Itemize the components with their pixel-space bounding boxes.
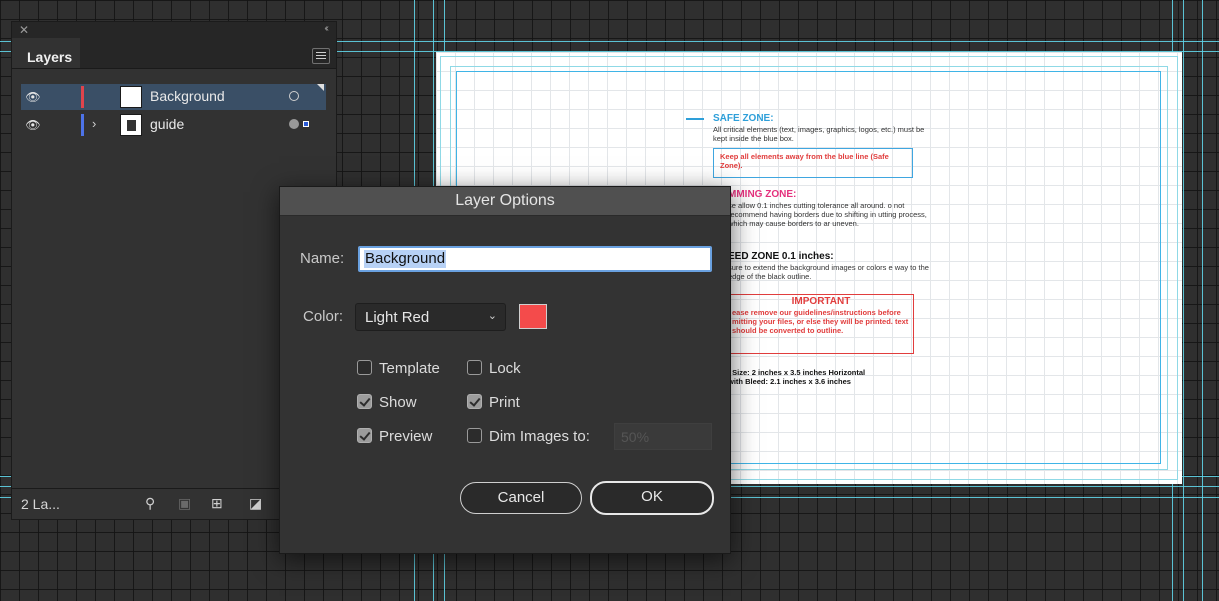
collapse-icon[interactable]: ‹‹ (324, 23, 328, 34)
panel-tab-bar: Layers (12, 38, 336, 69)
lock-toggle[interactable] (48, 114, 76, 136)
layer-color-indicator (81, 114, 84, 136)
checkbox-box[interactable] (467, 394, 482, 409)
print-checkbox[interactable]: Print (467, 394, 520, 411)
panel-menu-icon[interactable] (312, 48, 330, 64)
size-line-2: with Bleed: 2.1 inches x 3.6 inches (728, 377, 851, 386)
locate-object-icon[interactable]: ⚲ (145, 495, 155, 512)
name-label: Name: (300, 250, 345, 267)
trim-zone-heading: MMING ZONE: (728, 189, 797, 200)
guide-line (1202, 0, 1203, 601)
color-selected-value: Light Red (365, 309, 430, 326)
close-icon[interactable]: ✕ (19, 23, 29, 37)
safe-zone-body: All critical elements (text, images, gra… (713, 125, 925, 143)
bleed-zone-note: EED ZONE 0.1 inches: sure to extend the … (728, 251, 933, 281)
important-body: ease remove our guidelines/instructions … (732, 308, 909, 335)
color-dropdown[interactable]: Light Red ⌄ (355, 303, 506, 331)
guide-line (1183, 0, 1184, 601)
template-label: Template (379, 360, 440, 377)
print-label: Print (489, 394, 520, 411)
selection-indicator[interactable] (303, 121, 309, 127)
layer-name[interactable]: guide (150, 116, 184, 132)
tab-layers[interactable]: Layers (12, 38, 80, 68)
target-icon[interactable] (289, 91, 299, 101)
show-label: Show (379, 394, 417, 411)
preview-label: Preview (379, 428, 433, 445)
checkbox-box[interactable] (357, 360, 372, 375)
size-note: l Size: 2 inches x 3.5 inches Horizontal… (728, 368, 938, 386)
clipping-mask-icon[interactable]: ▣ (178, 495, 191, 512)
lock-checkbox[interactable]: Lock (467, 360, 521, 377)
layer-thumbnail (120, 114, 142, 136)
layer-options-dialog: Layer Options Name: Background Color: Li… (279, 186, 731, 554)
color-label: Color: (303, 308, 344, 325)
important-box: IMPORTANT ease remove our guidelines/ins… (728, 294, 914, 354)
preview-checkbox[interactable]: Preview (357, 428, 432, 445)
lock-toggle[interactable] (48, 86, 76, 108)
dim-images-checkbox[interactable]: Dim Images to: (467, 428, 590, 445)
dim-images-input[interactable]: 50% (614, 423, 712, 450)
trim-zone-body: se allow 0.1 inches cutting tolerance al… (728, 201, 927, 228)
target-icon[interactable] (289, 119, 299, 129)
cancel-button[interactable]: Cancel (460, 482, 582, 514)
checkbox-box[interactable] (467, 428, 482, 443)
eye-icon[interactable]: 👁 (25, 118, 41, 132)
show-checkbox[interactable]: Show (357, 394, 417, 411)
layer-name[interactable]: Background (150, 88, 225, 104)
color-swatch[interactable] (519, 304, 547, 329)
new-layer-icon[interactable]: ◪ (249, 495, 262, 512)
layer-count: 2 La... (21, 496, 60, 512)
eye-icon[interactable]: 👁 (25, 90, 41, 104)
safe-zone-note: SAFE ZONE: All critical elements (text, … (713, 113, 933, 143)
safe-zone-box: Keep all elements away from the blue lin… (713, 148, 913, 178)
template-checkbox[interactable]: Template (357, 360, 440, 377)
bleed-zone-body: sure to extend the background images or … (728, 263, 929, 281)
safe-zone-heading: SAFE ZONE: (713, 113, 774, 124)
layer-color-indicator (81, 86, 84, 108)
current-layer-indicator (317, 84, 324, 91)
checkbox-box[interactable] (357, 428, 372, 443)
layer-thumbnail (120, 86, 142, 108)
panel-title-bar[interactable]: ✕ ‹‹ (12, 22, 336, 38)
dialog-title: Layer Options (280, 187, 730, 216)
name-value: Background (364, 250, 447, 268)
lock-label: Lock (489, 360, 521, 377)
dim-images-label: Dim Images to: (489, 428, 590, 445)
layer-row-background[interactable]: 👁 Background (21, 84, 326, 110)
trim-zone-note: MMING ZONE: se allow 0.1 inches cutting … (728, 189, 933, 228)
bleed-zone-heading: EED ZONE 0.1 inches: (728, 251, 834, 262)
dim-images-value: 50% (621, 429, 650, 445)
size-line-1: l Size: 2 inches x 3.5 inches Horizontal (728, 368, 866, 377)
checkbox-box[interactable] (467, 360, 482, 375)
chevron-right-icon[interactable]: › (92, 116, 104, 131)
checkbox-box[interactable] (357, 394, 372, 409)
name-input[interactable]: Background (358, 246, 712, 272)
ok-button[interactable]: OK (590, 481, 714, 515)
new-sublayer-icon[interactable]: ⊞ (211, 495, 223, 512)
chevron-down-icon: ⌄ (487, 310, 497, 322)
layer-row-guide[interactable]: 👁 › guide (21, 112, 326, 138)
important-heading: IMPORTANT (791, 296, 851, 307)
safe-zone-marker (686, 118, 704, 120)
